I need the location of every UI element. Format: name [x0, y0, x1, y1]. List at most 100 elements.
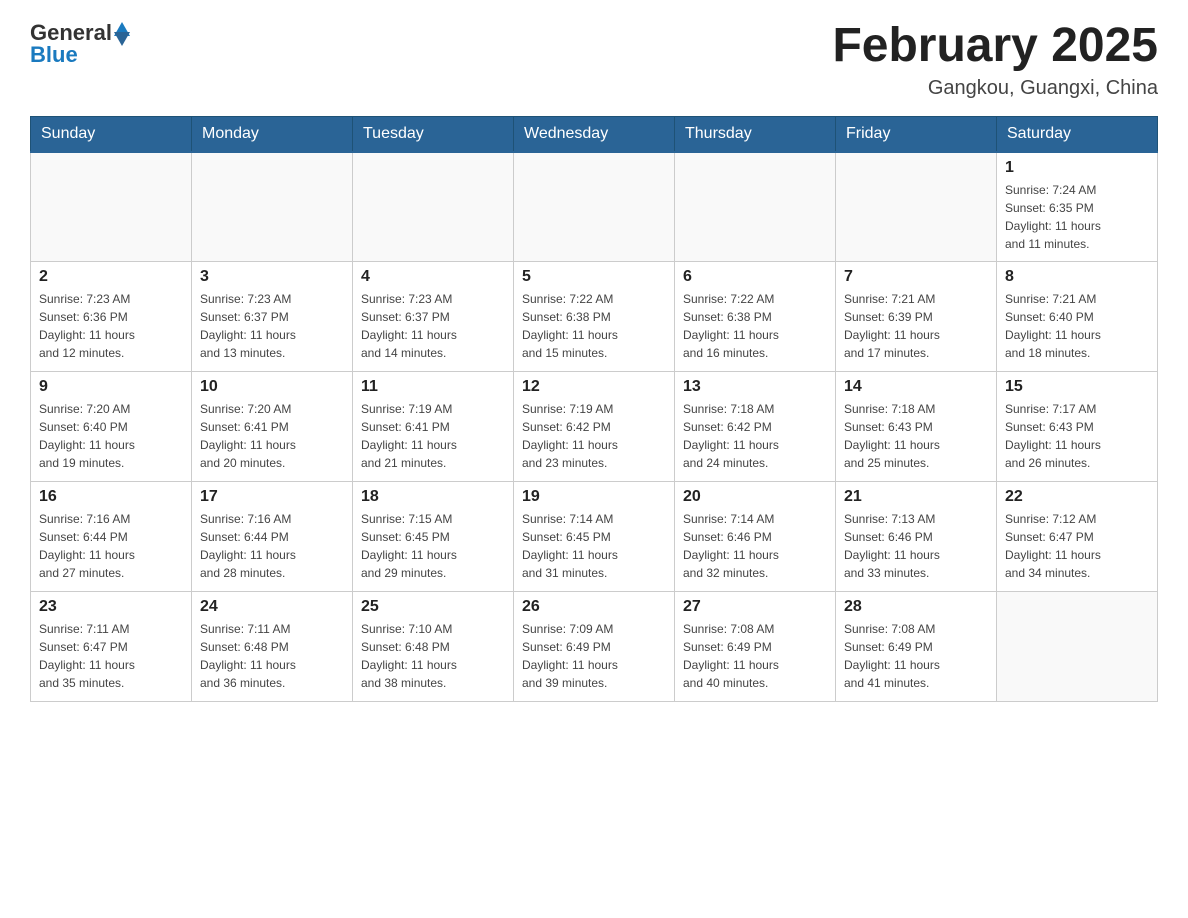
day-info: Sunrise: 7:13 AM Sunset: 6:46 PM Dayligh…: [844, 510, 988, 582]
day-info: Sunrise: 7:08 AM Sunset: 6:49 PM Dayligh…: [844, 620, 988, 692]
calendar-cell: [997, 592, 1158, 702]
day-number: 4: [361, 268, 505, 286]
day-info: Sunrise: 7:17 AM Sunset: 6:43 PM Dayligh…: [1005, 400, 1149, 472]
logo: General Blue: [30, 20, 130, 68]
day-number: 19: [522, 488, 666, 506]
day-number: 23: [39, 598, 183, 616]
day-info: Sunrise: 7:20 AM Sunset: 6:41 PM Dayligh…: [200, 400, 344, 472]
day-number: 18: [361, 488, 505, 506]
calendar-cell: 9 Sunrise: 7:20 AM Sunset: 6:40 PM Daylig…: [31, 372, 192, 482]
header-thursday: Thursday: [675, 116, 836, 152]
day-number: 5: [522, 268, 666, 286]
calendar-cell: 27Sunrise: 7:08 AM Sunset: 6:49 PM Dayli…: [675, 592, 836, 702]
calendar-cell: [514, 152, 675, 262]
day-info: Sunrise: 7:08 AM Sunset: 6:49 PM Dayligh…: [683, 620, 827, 692]
weekday-header-row: Sunday Monday Tuesday Wednesday Thursday…: [31, 116, 1158, 152]
day-info: Sunrise: 7:18 AM Sunset: 6:43 PM Dayligh…: [844, 400, 988, 472]
header-sunday: Sunday: [31, 116, 192, 152]
calendar-week-1: 1 Sunrise: 7:24 AM Sunset: 6:35 PM Daylig…: [31, 152, 1158, 262]
day-info: Sunrise: 7:20 AM Sunset: 6:40 PM Dayligh…: [39, 400, 183, 472]
calendar-table: Sunday Monday Tuesday Wednesday Thursday…: [30, 116, 1158, 703]
day-number: 20: [683, 488, 827, 506]
day-number: 15: [1005, 378, 1149, 396]
day-number: 26: [522, 598, 666, 616]
day-info: Sunrise: 7:22 AM Sunset: 6:38 PM Dayligh…: [683, 290, 827, 362]
day-number: 10: [200, 378, 344, 396]
day-info: Sunrise: 7:11 AM Sunset: 6:48 PM Dayligh…: [200, 620, 344, 692]
day-number: 1: [1005, 159, 1149, 177]
day-info: Sunrise: 7:14 AM Sunset: 6:45 PM Dayligh…: [522, 510, 666, 582]
calendar-cell: 23 Sunrise: 7:11 AM Sunset: 6:47 PM Dayli…: [31, 592, 192, 702]
calendar-cell: 25Sunrise: 7:10 AM Sunset: 6:48 PM Dayli…: [353, 592, 514, 702]
calendar-cell: 13 Sunrise: 7:18 AM Sunset: 6:42 PM Dayli…: [675, 372, 836, 482]
day-info: Sunrise: 7:16 AM Sunset: 6:44 PM Dayligh…: [200, 510, 344, 582]
calendar-cell: 12Sunrise: 7:19 AM Sunset: 6:42 PM Dayli…: [514, 372, 675, 482]
calendar-cell: 3 Sunrise: 7:23 AM Sunset: 6:37 PM Daylig…: [192, 262, 353, 372]
calendar-week-2: 2 Sunrise: 7:23 AM Sunset: 6:36 PM Daylig…: [31, 262, 1158, 372]
calendar-cell: 8 Sunrise: 7:21 AM Sunset: 6:40 PM Daylig…: [997, 262, 1158, 372]
day-info: Sunrise: 7:18 AM Sunset: 6:42 PM Dayligh…: [683, 400, 827, 472]
day-number: 13: [683, 378, 827, 396]
day-info: Sunrise: 7:23 AM Sunset: 6:37 PM Dayligh…: [200, 290, 344, 362]
day-number: 24: [200, 598, 344, 616]
day-info: Sunrise: 7:21 AM Sunset: 6:40 PM Dayligh…: [1005, 290, 1149, 362]
day-number: 14: [844, 378, 988, 396]
day-number: 21: [844, 488, 988, 506]
day-number: 22: [1005, 488, 1149, 506]
day-info: Sunrise: 7:11 AM Sunset: 6:47 PM Dayligh…: [39, 620, 183, 692]
day-info: Sunrise: 7:22 AM Sunset: 6:38 PM Dayligh…: [522, 290, 666, 362]
calendar-cell: 26 Sunrise: 7:09 AM Sunset: 6:49 PM Dayli…: [514, 592, 675, 702]
day-number: 28: [844, 598, 988, 616]
day-info: Sunrise: 7:14 AM Sunset: 6:46 PM Dayligh…: [683, 510, 827, 582]
calendar-cell: [675, 152, 836, 262]
page-header: General Blue February 2025 Gangkou, Guan…: [30, 20, 1158, 100]
calendar-title: February 2025: [832, 20, 1158, 73]
calendar-cell: [31, 152, 192, 262]
calendar-cell: 24 Sunrise: 7:11 AM Sunset: 6:48 PM Dayli…: [192, 592, 353, 702]
day-info: Sunrise: 7:12 AM Sunset: 6:47 PM Dayligh…: [1005, 510, 1149, 582]
calendar-cell: 7 Sunrise: 7:21 AM Sunset: 6:39 PM Daylig…: [836, 262, 997, 372]
calendar-cell: 15 Sunrise: 7:17 AM Sunset: 6:43 PM Dayli…: [997, 372, 1158, 482]
calendar-week-4: 16 Sunrise: 7:16 AM Sunset: 6:44 PM Dayli…: [31, 482, 1158, 592]
day-number: 2: [39, 268, 183, 286]
calendar-cell: [836, 152, 997, 262]
calendar-cell: 11Sunrise: 7:19 AM Sunset: 6:41 PM Dayli…: [353, 372, 514, 482]
day-info: Sunrise: 7:16 AM Sunset: 6:44 PM Dayligh…: [39, 510, 183, 582]
day-info: Sunrise: 7:24 AM Sunset: 6:35 PM Dayligh…: [1005, 181, 1149, 253]
calendar-cell: [353, 152, 514, 262]
day-number: 25: [361, 598, 505, 616]
calendar-cell: 5 Sunrise: 7:22 AM Sunset: 6:38 PM Daylig…: [514, 262, 675, 372]
day-info: Sunrise: 7:21 AM Sunset: 6:39 PM Dayligh…: [844, 290, 988, 362]
calendar-cell: 20 Sunrise: 7:14 AM Sunset: 6:46 PM Dayli…: [675, 482, 836, 592]
calendar-cell: 1 Sunrise: 7:24 AM Sunset: 6:35 PM Daylig…: [997, 152, 1158, 262]
calendar-cell: 2 Sunrise: 7:23 AM Sunset: 6:36 PM Daylig…: [31, 262, 192, 372]
calendar-cell: 28 Sunrise: 7:08 AM Sunset: 6:49 PM Dayli…: [836, 592, 997, 702]
title-block: February 2025 Gangkou, Guangxi, China: [832, 20, 1158, 100]
day-number: 17: [200, 488, 344, 506]
day-number: 16: [39, 488, 183, 506]
calendar-cell: 6 Sunrise: 7:22 AM Sunset: 6:38 PM Daylig…: [675, 262, 836, 372]
calendar-cell: 4 Sunrise: 7:23 AM Sunset: 6:37 PM Daylig…: [353, 262, 514, 372]
day-number: 12: [522, 378, 666, 396]
calendar-cell: 17 Sunrise: 7:16 AM Sunset: 6:44 PM Dayli…: [192, 482, 353, 592]
day-number: 7: [844, 268, 988, 286]
calendar-cell: 18Sunrise: 7:15 AM Sunset: 6:45 PM Dayli…: [353, 482, 514, 592]
day-number: 6: [683, 268, 827, 286]
calendar-cell: 21 Sunrise: 7:13 AM Sunset: 6:46 PM Dayli…: [836, 482, 997, 592]
header-saturday: Saturday: [997, 116, 1158, 152]
day-info: Sunrise: 7:23 AM Sunset: 6:37 PM Dayligh…: [361, 290, 505, 362]
calendar-cell: 14 Sunrise: 7:18 AM Sunset: 6:43 PM Dayli…: [836, 372, 997, 482]
calendar-cell: [192, 152, 353, 262]
day-number: 11: [361, 378, 505, 396]
header-tuesday: Tuesday: [353, 116, 514, 152]
header-wednesday: Wednesday: [514, 116, 675, 152]
day-info: Sunrise: 7:09 AM Sunset: 6:49 PM Dayligh…: [522, 620, 666, 692]
day-number: 9: [39, 378, 183, 396]
header-monday: Monday: [192, 116, 353, 152]
day-number: 8: [1005, 268, 1149, 286]
day-number: 3: [200, 268, 344, 286]
calendar-week-5: 23 Sunrise: 7:11 AM Sunset: 6:47 PM Dayli…: [31, 592, 1158, 702]
day-info: Sunrise: 7:23 AM Sunset: 6:36 PM Dayligh…: [39, 290, 183, 362]
calendar-cell: 19 Sunrise: 7:14 AM Sunset: 6:45 PM Dayli…: [514, 482, 675, 592]
calendar-cell: 22 Sunrise: 7:12 AM Sunset: 6:47 PM Dayli…: [997, 482, 1158, 592]
